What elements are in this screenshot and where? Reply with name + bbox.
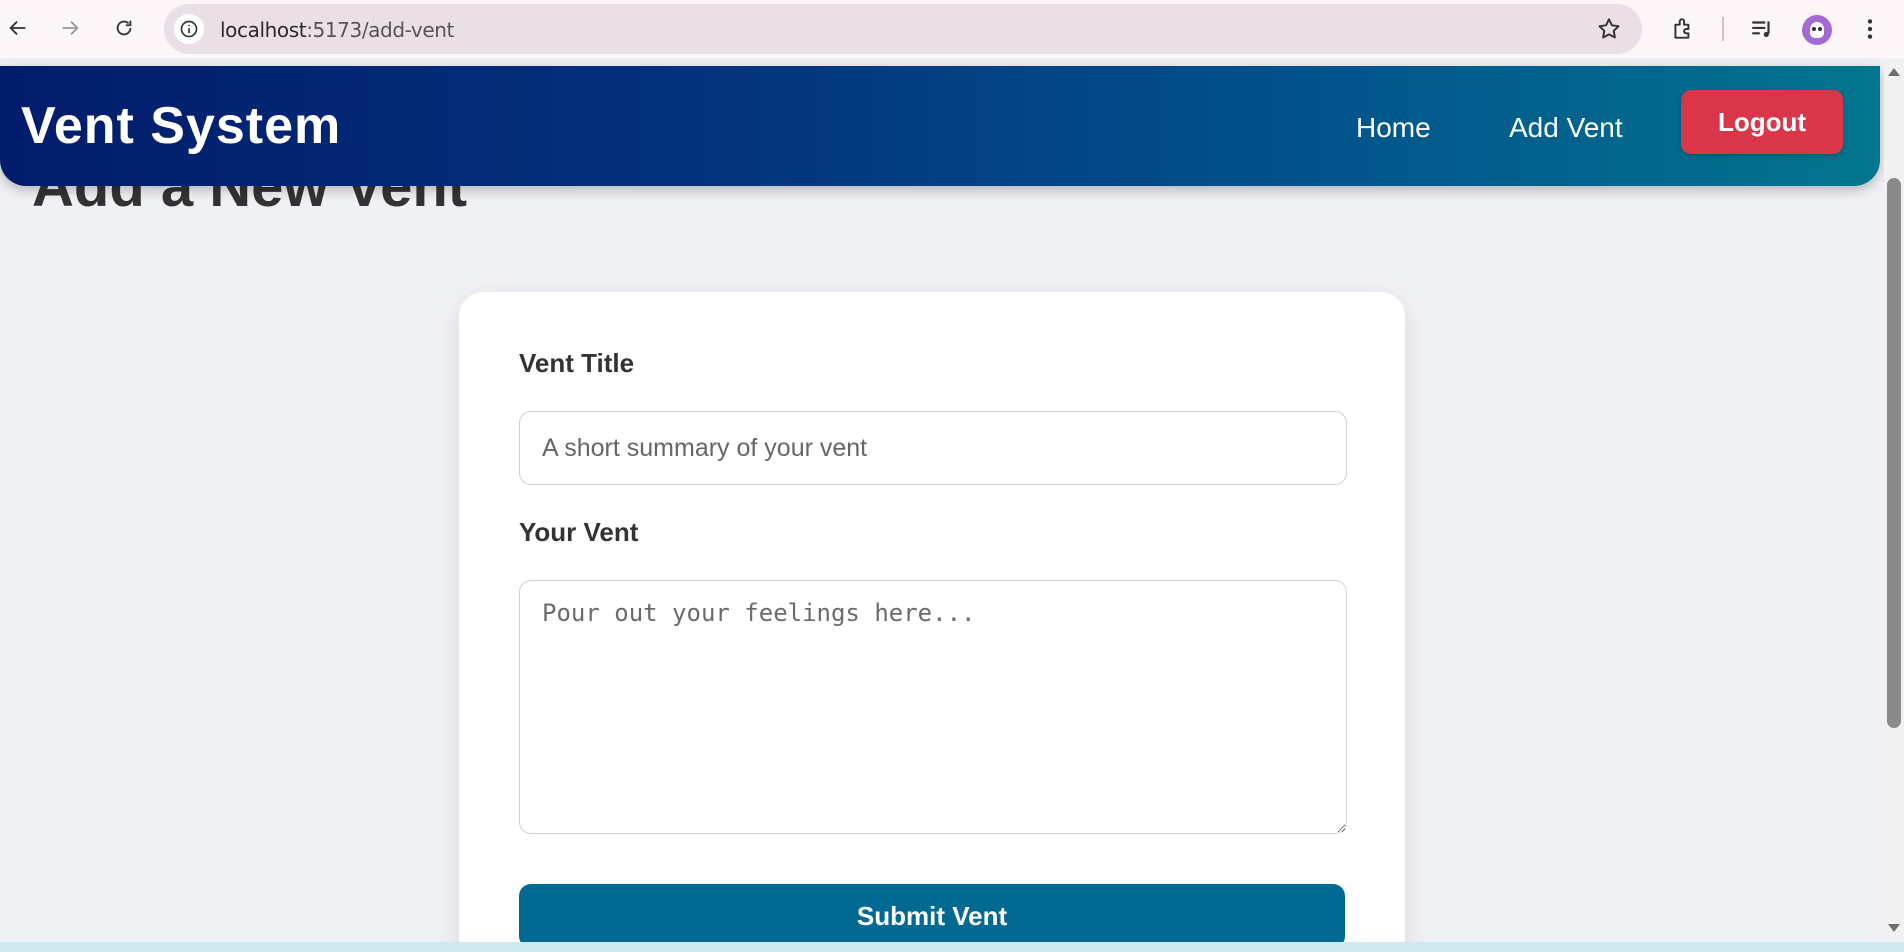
nav-link-home[interactable]: Home: [1356, 112, 1431, 144]
extensions-icon[interactable]: [1666, 12, 1700, 46]
forward-icon[interactable]: [52, 10, 88, 46]
app-navbar: Vent System Home Add Vent Logout: [0, 66, 1880, 186]
page-viewport: Add a New Vent Vent System Home Add Vent…: [0, 58, 1884, 942]
url-path: :5173/add-vent: [306, 18, 454, 42]
toolbar-divider: [1722, 17, 1724, 41]
nav-link-add-vent[interactable]: Add Vent: [1509, 112, 1623, 144]
back-icon[interactable]: [0, 10, 36, 46]
vent-title-label: Vent Title: [519, 348, 635, 378]
your-vent-label: Your Vent: [519, 517, 639, 547]
page-scrollbar[interactable]: [1884, 58, 1904, 942]
taskbar-edge: [0, 942, 1904, 952]
vent-body-textarea[interactable]: [519, 580, 1347, 834]
profile-avatar[interactable]: [1802, 15, 1832, 45]
add-vent-form-card: Vent Title Your Vent Submit Vent: [459, 292, 1405, 942]
more-menu-icon[interactable]: [1853, 12, 1887, 46]
submit-vent-button[interactable]: Submit Vent: [519, 884, 1345, 942]
url-host: localhost: [220, 18, 307, 42]
brand-logo[interactable]: Vent System: [21, 96, 341, 156]
site-info-icon[interactable]: [174, 14, 204, 44]
logout-button[interactable]: Logout: [1681, 90, 1843, 154]
scroll-down-icon[interactable]: [1888, 924, 1900, 932]
address-bar[interactable]: localhost:5173/add-vent: [164, 4, 1642, 54]
url-text[interactable]: localhost:5173/add-vent: [220, 18, 454, 42]
browser-toolbar: localhost:5173/add-vent: [0, 0, 1904, 58]
scroll-up-icon[interactable]: [1888, 68, 1900, 76]
bookmark-star-icon[interactable]: [1596, 16, 1622, 42]
avatar-face-icon: [1810, 22, 1824, 38]
scrollbar-thumb[interactable]: [1887, 178, 1901, 728]
media-queue-icon[interactable]: [1745, 12, 1779, 46]
vent-title-input[interactable]: [519, 411, 1347, 485]
reload-icon[interactable]: [106, 10, 142, 46]
